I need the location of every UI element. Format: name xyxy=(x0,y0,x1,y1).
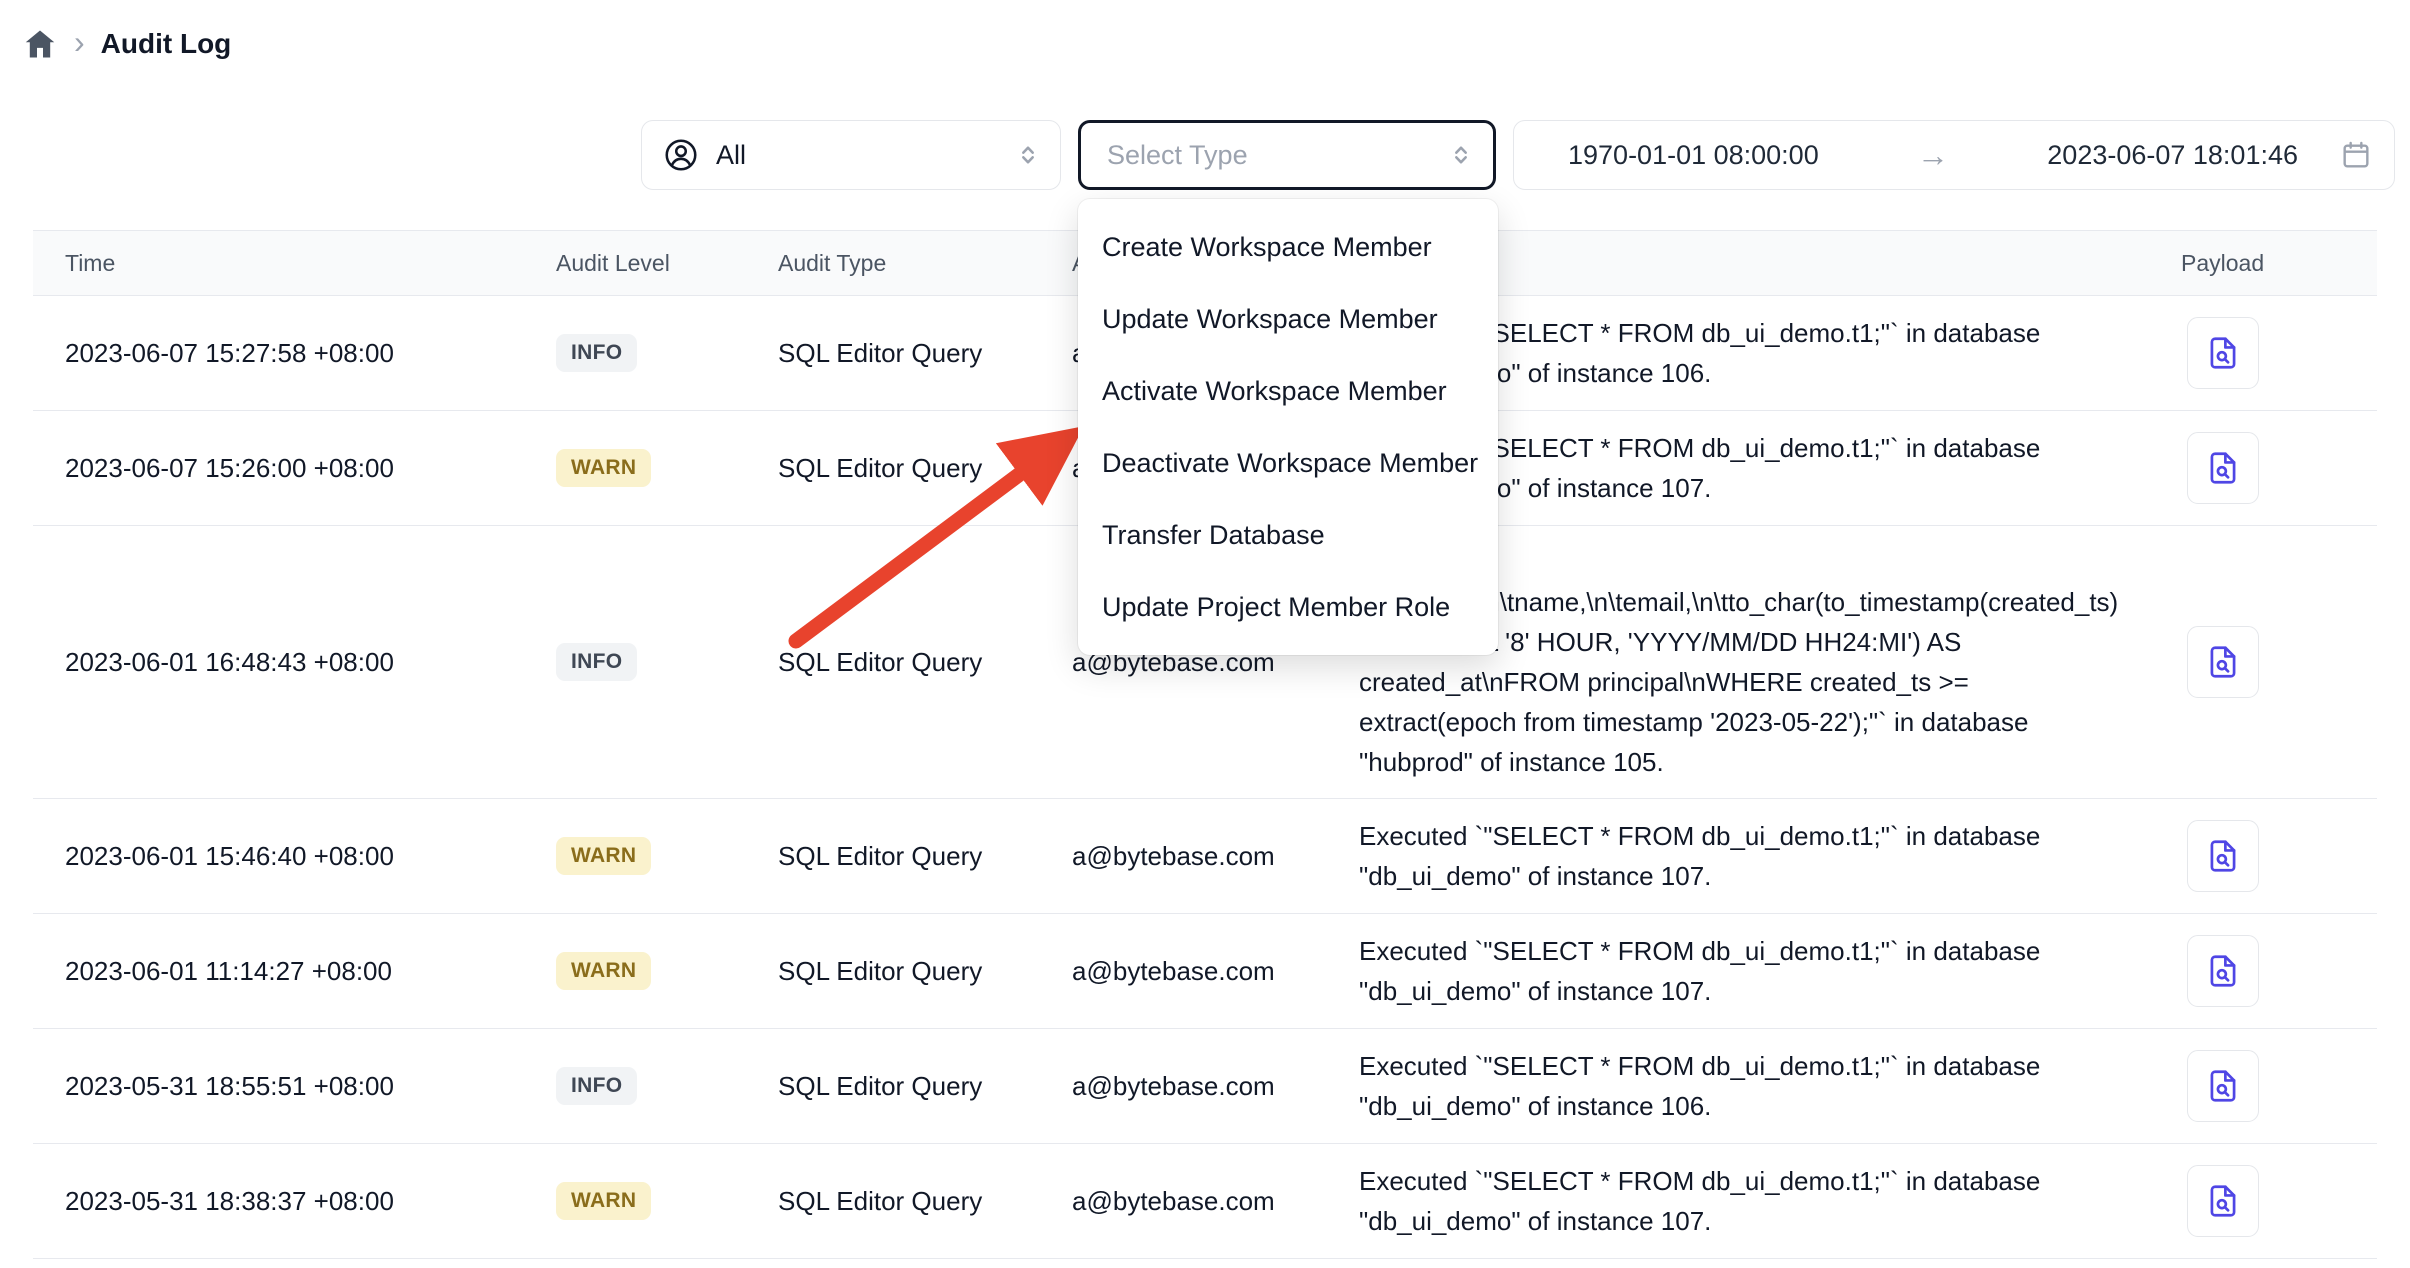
date-range-end: 2023-06-07 18:01:46 xyxy=(2047,140,2298,171)
table-row: 2023-06-01 11:14:27 +08:00 WARN SQL Edit… xyxy=(33,914,2377,1029)
type-filter-placeholder: Select Type xyxy=(1107,140,1248,171)
type-menu-item[interactable]: Update Project Member Role xyxy=(1078,571,1498,643)
chevron-right-icon: › xyxy=(74,26,85,58)
level-badge: INFO xyxy=(556,643,637,681)
cell-payload xyxy=(2181,820,2377,892)
cell-time: 2023-05-31 18:38:37 +08:00 xyxy=(33,1186,556,1217)
person-circle-icon xyxy=(662,136,700,174)
cell-actor: a@bytebase.com xyxy=(1072,1186,1359,1217)
type-menu-item[interactable]: Update Workspace Member xyxy=(1078,283,1498,355)
header-payload: Payload xyxy=(2181,250,2377,277)
actor-filter-value: All xyxy=(716,140,746,171)
cell-audit-type: SQL Editor Query xyxy=(778,841,1072,872)
cell-payload xyxy=(2181,432,2377,504)
cell-actor: a@bytebase.com xyxy=(1072,1071,1359,1102)
file-search-icon xyxy=(2204,1182,2242,1220)
type-filter-select[interactable]: Select Type xyxy=(1078,120,1496,190)
cell-actor: a@bytebase.com xyxy=(1072,956,1359,987)
filter-bar: All Select Type 1970-01-01 08:00:00 → 20… xyxy=(641,120,2395,190)
home-icon[interactable] xyxy=(22,26,58,62)
cell-audit-level: WARN xyxy=(556,837,778,875)
file-search-icon xyxy=(2204,643,2242,681)
arrow-right-icon: → xyxy=(1917,137,1949,174)
cell-time: 2023-06-01 15:46:40 +08:00 xyxy=(33,841,556,872)
cell-time: 2023-06-01 16:48:43 +08:00 xyxy=(33,647,556,678)
cell-payload xyxy=(2181,1165,2377,1237)
cell-payload xyxy=(2181,935,2377,1007)
date-range-start: 1970-01-01 08:00:00 xyxy=(1568,140,1819,171)
cell-audit-level: INFO xyxy=(556,643,778,681)
file-search-icon xyxy=(2204,1067,2242,1105)
file-search-icon xyxy=(2204,837,2242,875)
header-audit-level: Audit Level xyxy=(556,250,778,277)
payload-button[interactable] xyxy=(2187,935,2259,1007)
cell-payload xyxy=(2181,626,2377,698)
cell-audit-level: WARN xyxy=(556,449,778,487)
cell-time: 2023-06-01 11:14:27 +08:00 xyxy=(33,956,556,987)
type-filter-menu: Create Workspace Member Update Workspace… xyxy=(1078,199,1498,655)
cell-audit-level: WARN xyxy=(556,952,778,990)
level-badge: WARN xyxy=(556,449,651,487)
actor-filter-select[interactable]: All xyxy=(641,120,1061,190)
type-menu-item[interactable]: Create Workspace Member xyxy=(1078,211,1498,283)
type-menu-item[interactable]: Activate Workspace Member xyxy=(1078,355,1498,427)
payload-button[interactable] xyxy=(2187,1050,2259,1122)
level-badge: WARN xyxy=(556,1182,651,1220)
cell-audit-type: SQL Editor Query xyxy=(778,453,1072,484)
file-search-icon xyxy=(2204,952,2242,990)
level-badge: WARN xyxy=(556,837,651,875)
payload-button[interactable] xyxy=(2187,626,2259,698)
payload-button[interactable] xyxy=(2187,820,2259,892)
cell-payload xyxy=(2181,1050,2377,1122)
cell-time: 2023-06-07 15:26:00 +08:00 xyxy=(33,453,556,484)
audit-log-page: › Audit Log All Select Type xyxy=(0,0,2410,1268)
table-row: 2023-06-01 15:46:40 +08:00 WARN SQL Edit… xyxy=(33,799,2377,914)
select-chevrons-icon xyxy=(1014,141,1042,169)
date-range-picker[interactable]: 1970-01-01 08:00:00 → 2023-06-07 18:01:4… xyxy=(1513,120,2395,190)
cell-time: 2023-05-31 18:55:51 +08:00 xyxy=(33,1071,556,1102)
cell-actor: a@bytebase.com xyxy=(1072,841,1359,872)
cell-audit-type: SQL Editor Query xyxy=(778,1071,1072,1102)
cell-time: 2023-06-07 15:27:58 +08:00 xyxy=(33,338,556,369)
calendar-icon xyxy=(2340,139,2372,171)
cell-comment: Executed `"SELECT * FROM db_ui_demo.t1;"… xyxy=(1359,1046,2181,1126)
type-menu-item[interactable]: Deactivate Workspace Member xyxy=(1078,427,1498,499)
payload-button[interactable] xyxy=(2187,317,2259,389)
payload-button[interactable] xyxy=(2187,1165,2259,1237)
cell-audit-type: SQL Editor Query xyxy=(778,338,1072,369)
cell-payload xyxy=(2181,317,2377,389)
cell-audit-type: SQL Editor Query xyxy=(778,956,1072,987)
cell-comment: Executed `"SELECT * FROM db_ui_demo.t1;"… xyxy=(1359,816,2181,896)
level-badge: INFO xyxy=(556,334,637,372)
select-chevrons-icon xyxy=(1447,141,1475,169)
level-badge: WARN xyxy=(556,952,651,990)
cell-audit-level: INFO xyxy=(556,334,778,372)
level-badge: INFO xyxy=(556,1067,637,1105)
file-search-icon xyxy=(2204,449,2242,487)
cell-audit-type: SQL Editor Query xyxy=(778,1186,1072,1217)
cell-audit-level: WARN xyxy=(556,1182,778,1220)
payload-button[interactable] xyxy=(2187,432,2259,504)
cell-comment: Executed `"SELECT * FROM db_ui_demo.t1;"… xyxy=(1359,931,2181,1011)
header-audit-type: Audit Type xyxy=(778,250,1072,277)
file-search-icon xyxy=(2204,334,2242,372)
cell-audit-type: SQL Editor Query xyxy=(778,647,1072,678)
table-row: 2023-05-31 18:38:37 +08:00 WARN SQL Edit… xyxy=(33,1144,2377,1259)
breadcrumb: › Audit Log xyxy=(22,26,231,62)
page-title: Audit Log xyxy=(101,28,232,60)
header-time: Time xyxy=(33,250,556,277)
cell-audit-level: INFO xyxy=(556,1067,778,1105)
type-menu-item[interactable]: Transfer Database xyxy=(1078,499,1498,571)
table-row: 2023-05-31 18:55:51 +08:00 INFO SQL Edit… xyxy=(33,1029,2377,1144)
cell-comment: Executed `"SELECT * FROM db_ui_demo.t1;"… xyxy=(1359,1161,2181,1241)
